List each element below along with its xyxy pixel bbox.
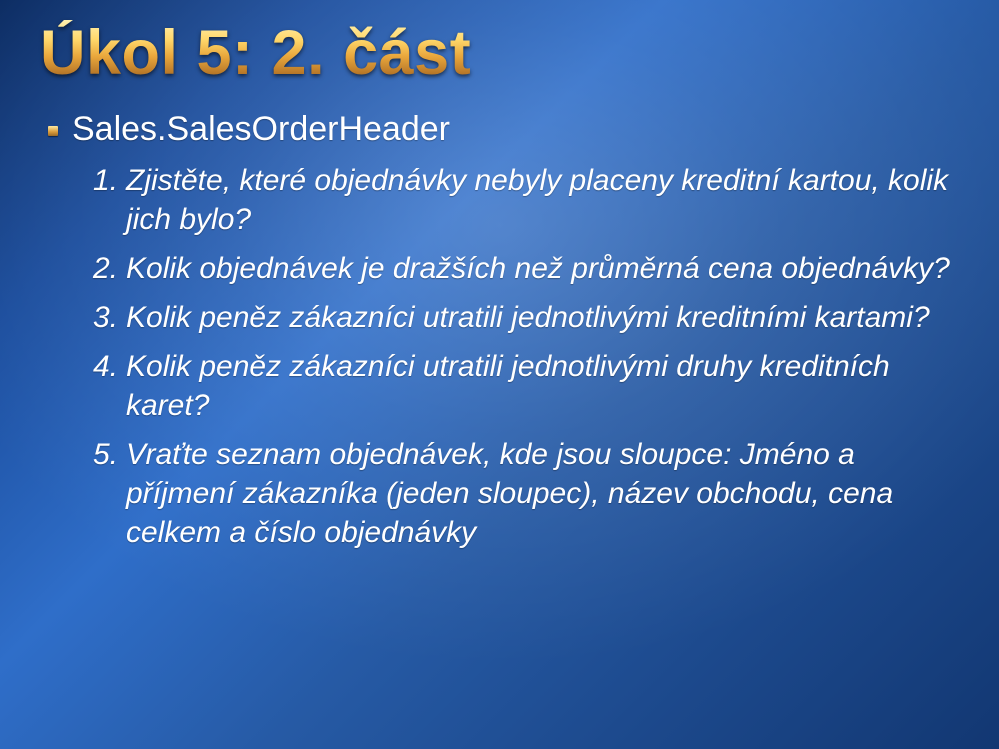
- list-item: Vraťte seznam objednávek, kde jsou sloup…: [126, 435, 959, 552]
- list-item: Kolik peněz zákazníci utratili jednotliv…: [126, 347, 959, 425]
- slide-content: Sales.SalesOrderHeader Zjistěte, které o…: [40, 108, 959, 552]
- list-item: Zjistěte, které objednávky nebyly placen…: [126, 161, 959, 239]
- bullet-row: Sales.SalesOrderHeader: [48, 108, 959, 151]
- numbered-list: Zjistěte, které objednávky nebyly placen…: [48, 161, 959, 552]
- list-item: Kolik objednávek je dražších než průměrn…: [126, 249, 959, 288]
- bullet-marker-icon: [48, 126, 58, 136]
- bullet-text: Sales.SalesOrderHeader: [72, 108, 450, 151]
- slide-title: Úkol 5: 2. část: [40, 20, 959, 86]
- list-item: Kolik peněz zákazníci utratili jednotliv…: [126, 298, 959, 337]
- slide: Úkol 5: 2. část Sales.SalesOrderHeader Z…: [0, 0, 999, 749]
